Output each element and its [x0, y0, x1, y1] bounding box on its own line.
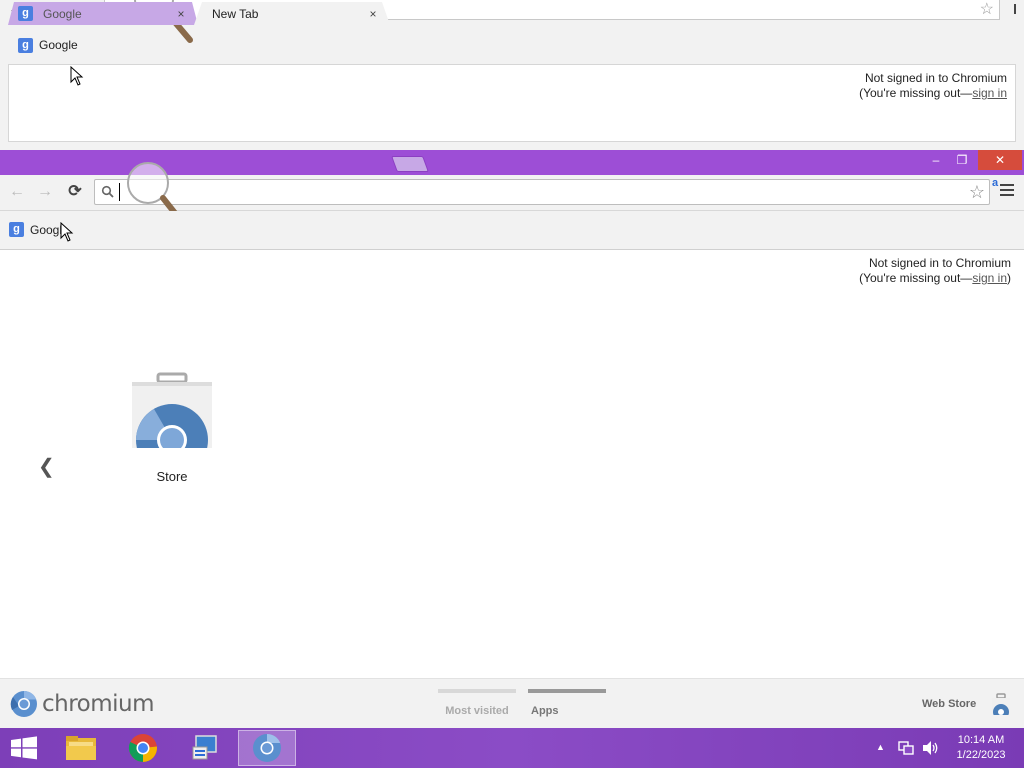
taskbar-chromium[interactable]	[238, 730, 296, 766]
windows-logo-icon	[11, 736, 37, 760]
clock-time: 10:14 AM	[957, 734, 1005, 746]
page-switcher-label: Most visited	[445, 705, 509, 717]
new-tab-page: Not signed in to Chromium (You're missin…	[0, 250, 1024, 678]
page-switcher-label: Apps	[531, 705, 559, 717]
minimize-button[interactable]: –	[926, 150, 946, 170]
clock-date: 1/22/2023	[956, 749, 1006, 761]
bookmark-label: Google	[39, 38, 78, 52]
page-switcher-most-visited[interactable]: Most visited	[438, 689, 516, 717]
tab-close-icon[interactable]: ×	[366, 7, 380, 21]
bookmark-bar: g Google	[0, 211, 1024, 250]
windows-taskbar: ▲ 10:14 AM 1/22/2023	[0, 728, 1024, 768]
chromium-icon	[253, 733, 281, 762]
bookmark-label: Google	[30, 222, 69, 237]
tab-title: Google	[43, 6, 82, 21]
chromium-logo-icon	[10, 690, 37, 717]
signin-promo: Not signed in to Chromium (You're missin…	[859, 256, 1011, 286]
system-clock[interactable]: 10:14 AM 1/22/2023	[948, 733, 1014, 763]
folder-icon	[66, 736, 96, 760]
signin-missing-text: (You're missing out—	[859, 86, 973, 100]
chrome-menu-button[interactable]	[1000, 184, 1014, 199]
close-button[interactable]: ✕	[978, 150, 1022, 170]
app-tile-store[interactable]: Store	[130, 370, 214, 484]
tab-new-tab[interactable]: New Tab ×	[194, 2, 390, 25]
web-store-link[interactable]: Web Store	[922, 698, 976, 710]
network-icon[interactable]	[898, 740, 914, 756]
chromium-logo: chromium	[10, 690, 155, 718]
signin-link[interactable]: sign in	[972, 271, 1007, 285]
signin-status-text: Not signed in to Chromium	[864, 71, 1007, 85]
signin-promo: Not signed in to Chromium (You're missin…	[859, 71, 1007, 101]
previous-page-arrow-icon[interactable]: ❮	[38, 454, 55, 479]
chrome-icon	[128, 734, 157, 762]
bookmark-star-icon[interactable]: ☆	[969, 182, 985, 202]
browser-toolbar: ← → ⟳ ☆ a	[0, 175, 1024, 211]
ntp-footer: chromium Most visited Apps Web Store	[0, 678, 1024, 728]
restore-button[interactable]: ❐	[950, 150, 974, 170]
start-button[interactable]	[0, 728, 48, 768]
google-favicon-icon: g	[9, 222, 24, 237]
menu-icon[interactable]	[1014, 4, 1016, 14]
signin-missing-text: (You're missing out—	[859, 271, 973, 285]
chromium-brand-text: chromium	[42, 691, 155, 717]
show-hidden-icons-icon[interactable]: ▲	[876, 742, 885, 752]
omnibox-input[interactable]	[119, 183, 959, 201]
taskbar-file-explorer[interactable]	[52, 730, 110, 766]
search-icon	[101, 185, 114, 198]
taskbar-chrome[interactable]	[114, 730, 172, 766]
signin-suffix: )	[1007, 271, 1011, 285]
star-icon[interactable]: ☆	[980, 0, 994, 20]
background-page-content: Not signed in to Chromium (You're missin…	[8, 64, 1016, 142]
new-tab-button[interactable]	[391, 156, 429, 172]
omnibox[interactable]: ☆	[94, 179, 990, 205]
volume-icon[interactable]	[922, 740, 940, 756]
signin-link[interactable]: sign in	[972, 86, 1007, 100]
control-panel-icon	[192, 735, 217, 760]
bookmark-google[interactable]: g Google	[18, 36, 78, 54]
tab-close-icon[interactable]: ×	[174, 7, 188, 21]
window-titlebar	[0, 150, 1024, 175]
back-button[interactable]: ←	[6, 181, 28, 203]
signin-status-text: Not signed in to Chromium	[868, 256, 1011, 270]
web-store-icon	[132, 372, 212, 448]
reload-button[interactable]: ⟳	[64, 181, 86, 203]
taskbar-control-panel[interactable]	[176, 730, 234, 766]
google-favicon-icon: g	[18, 6, 33, 21]
forward-button[interactable]: →	[34, 181, 56, 203]
google-favicon-icon: g	[18, 37, 33, 53]
tab-google[interactable]: g Google ×	[8, 2, 198, 25]
bookmark-google[interactable]: g Google	[9, 222, 69, 237]
tab-title: New Tab	[212, 6, 259, 21]
app-tile-label: Store	[156, 469, 188, 484]
web-store-icon[interactable]	[990, 693, 1012, 715]
extension-icon[interactable]: a	[992, 177, 998, 189]
page-switcher-apps[interactable]: Apps	[528, 689, 606, 717]
